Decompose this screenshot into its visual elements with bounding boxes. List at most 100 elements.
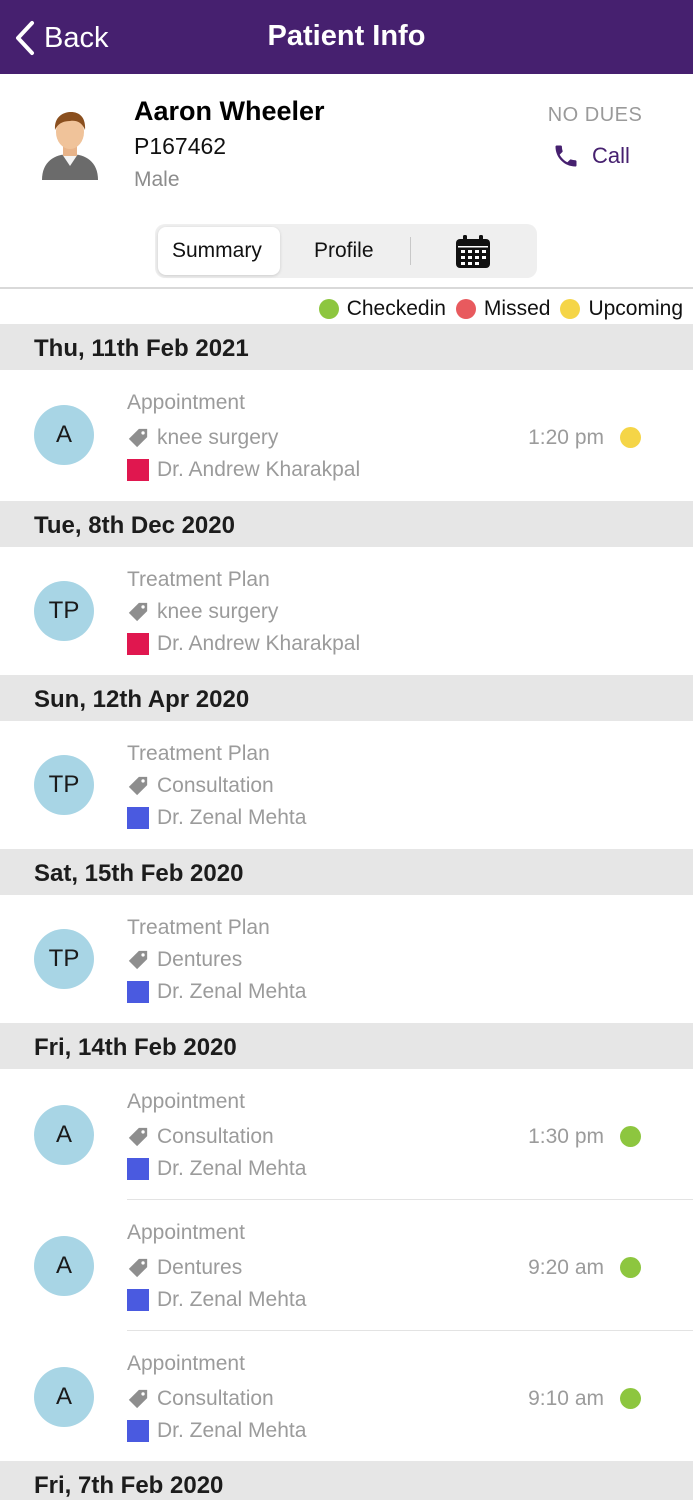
entry-doctor: Dr. Zenal Mehta — [127, 1419, 306, 1443]
entry-initials: TP — [34, 755, 94, 815]
entry-initials: A — [34, 1367, 94, 1427]
entry-type: Appointment — [127, 1221, 245, 1244]
doctor-color-swatch — [127, 459, 149, 481]
patient-gender: Male — [134, 168, 180, 191]
entry-tag: Consultation — [127, 1387, 274, 1411]
view-tabs: Summary Profile — [155, 224, 537, 278]
date-header: Tue, 8th Dec 2020 — [0, 501, 693, 547]
entry-type: Appointment — [127, 1090, 245, 1113]
entry-tag: Consultation — [127, 1125, 274, 1149]
entry-tag-label: knee surgery — [157, 426, 279, 449]
entry-initials: A — [34, 1236, 94, 1296]
entry-time: 1:20 pm — [528, 426, 604, 449]
entry-time: 9:20 am — [528, 1256, 604, 1279]
list-item[interactable]: A Appointment Dentures Dr. Zenal Mehta 9… — [0, 1200, 693, 1330]
entry-doctor-label: Dr. Zenal Mehta — [157, 806, 307, 829]
entry-doctor-label: Dr. Zenal Mehta — [157, 1157, 307, 1180]
entry-doctor: Dr. Andrew Kharakpal — [127, 632, 360, 656]
entry-tag-label: Consultation — [157, 1387, 274, 1410]
entry-doctor: Dr. Zenal Mehta — [127, 1157, 306, 1181]
entry-tag: Consultation — [127, 774, 274, 798]
doctor-color-swatch — [127, 1158, 149, 1180]
entry-doctor: Dr. Andrew Kharakpal — [127, 458, 360, 482]
entry-type: Appointment — [127, 1352, 245, 1375]
date-label: Fri, 14th Feb 2020 — [34, 1034, 237, 1061]
dues-status: NO DUES — [547, 104, 643, 126]
entry-doctor: Dr. Zenal Mehta — [127, 980, 306, 1004]
tag-icon — [128, 776, 148, 796]
list-item[interactable]: TP Treatment Plan Dentures Dr. Zenal Meh… — [0, 895, 693, 1022]
call-button[interactable]: Call — [552, 142, 630, 170]
status-dot-checkedin — [620, 1257, 641, 1278]
entry-initials: A — [34, 405, 94, 465]
entry-tag: knee surgery — [127, 426, 278, 450]
entry-type: Treatment Plan — [127, 916, 270, 939]
date-label: Sun, 12th Apr 2020 — [34, 686, 250, 713]
status-dot-checkedin — [620, 1126, 641, 1147]
call-label: Call — [592, 143, 630, 168]
tab-profile[interactable]: Profile — [314, 239, 374, 263]
entry-initials: A — [34, 1105, 94, 1165]
entry-doctor-label: Dr. Zenal Mehta — [157, 1288, 307, 1311]
entry-tag: Dentures — [127, 948, 242, 972]
entry-type: Treatment Plan — [127, 568, 270, 591]
entry-time: 9:10 am — [528, 1387, 604, 1410]
legend-missed: Missed — [483, 297, 551, 320]
date-header: Sat, 15th Feb 2020 — [0, 849, 693, 895]
tab-summary[interactable]: Summary — [172, 239, 262, 263]
upcoming-dot — [560, 299, 581, 319]
date-header: Sun, 12th Apr 2020 — [0, 675, 693, 721]
date-label: Thu, 11th Feb 2021 — [34, 335, 249, 362]
date-label: Sat, 15th Feb 2020 — [34, 860, 244, 887]
tag-icon — [128, 1127, 148, 1147]
entry-tag-label: Dentures — [157, 1256, 243, 1279]
status-legend: Checkedin Missed Upcoming — [309, 297, 683, 321]
list-item[interactable]: A Appointment Consultation Dr. Zenal Meh… — [0, 1331, 693, 1461]
tag-icon — [128, 428, 148, 448]
patient-avatar — [42, 112, 98, 180]
tag-icon — [128, 1258, 148, 1278]
legend-upcoming: Upcoming — [588, 297, 683, 320]
entry-initials: TP — [34, 581, 94, 641]
date-header: Fri, 7th Feb 2020 — [0, 1461, 693, 1500]
entry-doctor: Dr. Zenal Mehta — [127, 1288, 306, 1312]
doctor-color-swatch — [127, 1420, 149, 1442]
phone-icon — [555, 145, 577, 167]
missed-dot — [455, 299, 476, 319]
date-header: Thu, 11th Feb 2021 — [0, 324, 693, 370]
doctor-color-swatch — [127, 807, 149, 829]
doctor-color-swatch — [127, 981, 149, 1003]
patient-name: Aaron Wheeler — [134, 96, 325, 126]
entry-time: 1:30 pm — [528, 1125, 604, 1148]
entry-doctor-label: Dr. Zenal Mehta — [157, 1419, 307, 1442]
date-label: Fri, 7th Feb 2020 — [34, 1472, 224, 1499]
entry-type: Treatment Plan — [127, 742, 270, 765]
doctor-color-swatch — [127, 633, 149, 655]
entry-tag-label: knee surgery — [157, 600, 279, 623]
list-item[interactable]: TP Treatment Plan Consultation Dr. Zenal… — [0, 721, 693, 848]
entry-doctor-label: Dr. Andrew Kharakpal — [157, 632, 361, 655]
entry-tag-label: Consultation — [157, 1125, 274, 1148]
entry-tag-label: Consultation — [157, 774, 274, 797]
header-divider — [0, 287, 693, 289]
calendar-icon[interactable] — [454, 234, 492, 270]
tag-icon — [128, 950, 148, 970]
entry-tag: Dentures — [127, 1256, 242, 1280]
legend-checkedin: Checkedin — [346, 297, 446, 320]
page-title: Patient Info — [267, 20, 426, 52]
entry-tag: knee surgery — [127, 600, 278, 624]
tag-icon — [128, 602, 148, 622]
list-item[interactable]: A Appointment knee surgery Dr. Andrew Kh… — [0, 370, 693, 500]
tag-icon — [128, 1389, 148, 1409]
list-item[interactable]: A Appointment Consultation Dr. Zenal Meh… — [0, 1069, 693, 1199]
doctor-color-swatch — [127, 1289, 149, 1311]
entry-initials: TP — [34, 929, 94, 989]
date-header: Fri, 14th Feb 2020 — [0, 1023, 693, 1069]
status-dot-upcoming — [620, 427, 641, 448]
checkedin-dot — [318, 299, 339, 319]
entry-tag-label: Dentures — [157, 948, 243, 971]
entry-doctor: Dr. Zenal Mehta — [127, 806, 306, 830]
patient-id: P167462 — [134, 133, 227, 159]
status-dot-checkedin — [620, 1388, 641, 1409]
list-item[interactable]: TP Treatment Plan knee surgery Dr. Andre… — [0, 547, 693, 674]
